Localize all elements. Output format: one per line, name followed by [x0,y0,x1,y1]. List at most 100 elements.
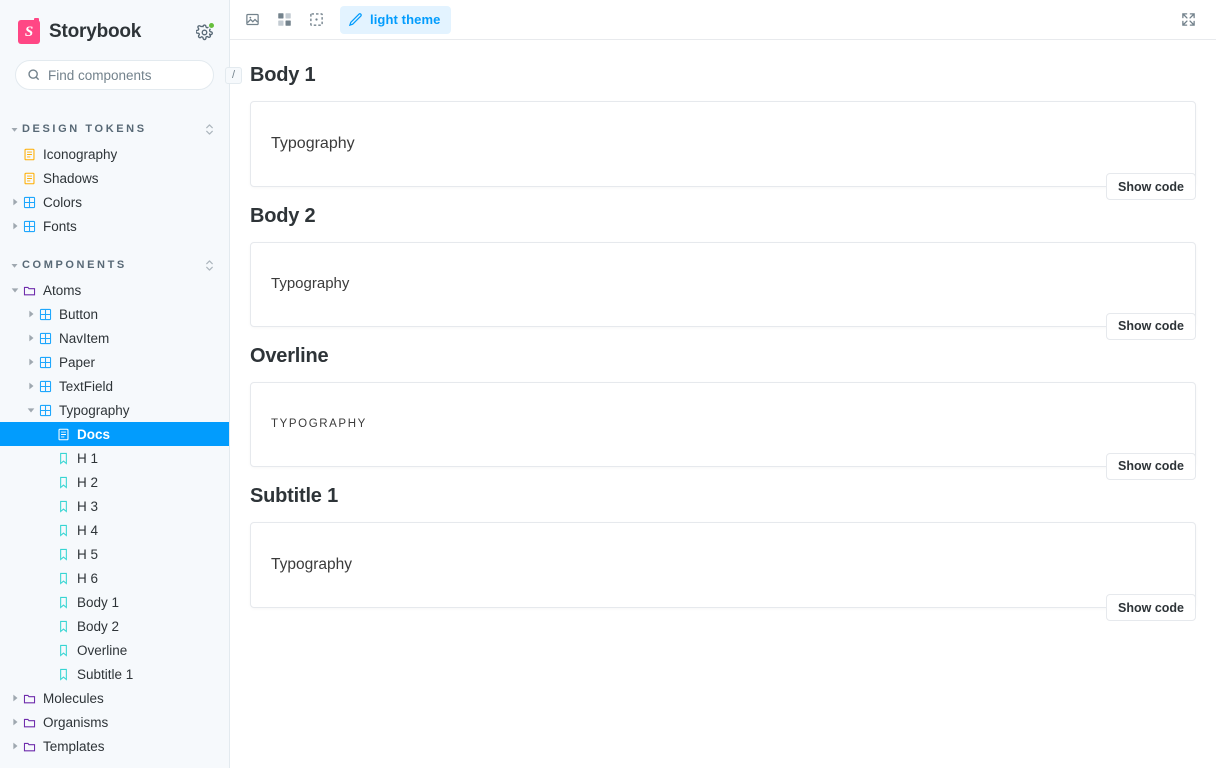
section-title: COMPONENTS [22,259,127,271]
sidebar-item-iconography[interactable]: Iconography [0,142,229,166]
expand-caret-icon[interactable] [8,197,21,207]
story-icon [55,500,71,513]
docs-block: Subtitle 1 Typography Show code [250,484,1196,622]
outline-button[interactable] [302,6,330,34]
story-icon [55,572,71,585]
sidebar-item-colors[interactable]: Colors [0,190,229,214]
sidebar-item-templates[interactable]: Templates [0,734,229,758]
sidebar-item-label: Overline [77,642,128,658]
show-code-button[interactable]: Show code [1106,594,1196,622]
search-input[interactable] [48,61,225,89]
sidebar-item-docs[interactable]: Docs [0,422,229,446]
expand-caret-icon[interactable] [8,285,21,295]
brand-name: Storybook [49,21,142,42]
sidebar-item-organisms[interactable]: Organisms [0,710,229,734]
block-title: Subtitle 1 [250,484,339,507]
sidebar-item-label: TextField [59,378,114,394]
story-preview: Typography Show code [250,521,1196,622]
expand-caret-icon[interactable] [8,221,21,231]
story-icon [55,620,71,633]
expand-caret-icon[interactable] [24,405,37,415]
grid-background-button[interactable] [270,6,298,34]
story-icon [55,596,71,609]
expand-all-icon[interactable] [204,123,215,136]
sidebar-item-subtitle-1[interactable]: Subtitle 1 [0,662,229,686]
sidebar-item-fonts[interactable]: Fonts [0,214,229,238]
sidebar-item-label: Templates [43,738,105,754]
theme-toggle-button[interactable] [193,21,215,43]
show-code-button[interactable]: Show code [1106,312,1196,340]
sidebar-header: S Storybook [0,0,229,52]
sidebar-item-label: Organisms [43,714,109,730]
sidebar-item-label: H 5 [77,546,99,562]
story-icon [55,548,71,561]
sidebar-item-atoms[interactable]: Atoms [0,278,229,302]
storybook-logo-icon: S [18,18,40,44]
sidebar-item-textfield[interactable]: TextField [0,374,229,398]
sidebar-item-label: Fonts [43,218,77,234]
story-preview: Typography Show code [250,381,1196,480]
sidebar-item-h-6[interactable]: H 6 [0,566,229,590]
sidebar-item-navitem[interactable]: NavItem [0,326,229,350]
sidebar-item-body-2[interactable]: Body 2 [0,614,229,638]
expand-caret-icon[interactable] [24,309,37,319]
sidebar-item-label: Body 1 [77,594,120,610]
zoom-image-icon [245,13,259,26]
sidebar-item-button[interactable]: Button [0,302,229,326]
search-box[interactable]: / [15,60,242,90]
sidebar-item-molecules[interactable]: Molecules [0,686,229,710]
search-shortcut-key: / [225,66,242,84]
folder-icon [21,692,37,705]
document-icon [21,172,37,185]
folder-icon [21,716,37,729]
show-code-button[interactable]: Show code [1106,452,1196,480]
sidebar-item-label: H 6 [77,570,99,586]
sidebar-item-h-3[interactable]: H 3 [0,494,229,518]
sidebar-item-paper[interactable]: Paper [0,350,229,374]
sidebar-item-h-1[interactable]: H 1 [0,446,229,470]
document-icon [21,148,37,161]
expand-caret-icon[interactable] [24,381,37,391]
sidebar-item-shadows[interactable]: Shadows [0,166,229,190]
expand-caret-icon[interactable] [24,333,37,343]
sidebar-item-label: H 2 [77,474,99,490]
sidebar-item-label: Molecules [43,690,104,706]
story-preview: Typography Show code [250,242,1196,340]
sidebar-section-components[interactable]: COMPONENTS [0,252,229,278]
theme-selector-button[interactable]: light theme [340,5,452,34]
section-title: DESIGN TOKENS [22,123,147,135]
search-container: / [0,52,242,102]
logo-letter: S [24,23,34,40]
sidebar-item-typography[interactable]: Typography [0,398,229,422]
expand-all-icon[interactable] [204,259,215,272]
block-title: Body 2 [250,205,316,227]
story-icon [55,524,71,537]
section-collapse-caret-icon[interactable] [8,125,20,134]
expand-caret-icon[interactable] [8,741,21,751]
expand-caret-icon[interactable] [24,357,37,367]
sidebar-item-label: Button [59,306,99,322]
sidebar-item-h-4[interactable]: H 4 [0,518,229,542]
story-icon [55,644,71,657]
section-collapse-caret-icon[interactable] [8,261,20,270]
zoom-image-button[interactable] [238,6,266,34]
component-icon [37,332,53,345]
sidebar-item-h-2[interactable]: H 2 [0,470,229,494]
docs-block: Body 1 Typography Show code [250,64,1196,200]
show-code-button[interactable]: Show code [1106,173,1196,200]
sidebar-item-h-5[interactable]: H 5 [0,542,229,566]
component-icon [21,196,37,209]
sidebar-item-label: Atoms [43,282,82,298]
expand-caret-icon[interactable] [8,693,21,703]
fullscreen-button[interactable] [1174,6,1202,34]
sidebar-item-body-1[interactable]: Body 1 [0,590,229,614]
document-icon [55,428,71,441]
fullscreen-icon [1181,13,1195,26]
story-preview: Typography Show code [250,101,1196,200]
sidebar-section-design-tokens[interactable]: DESIGN TOKENS [0,116,229,142]
docs-block: Body 2 Typography Show code [250,205,1196,340]
component-icon [37,404,53,417]
component-icon [21,220,37,233]
sidebar-item-overline[interactable]: Overline [0,638,229,662]
expand-caret-icon[interactable] [8,717,21,727]
